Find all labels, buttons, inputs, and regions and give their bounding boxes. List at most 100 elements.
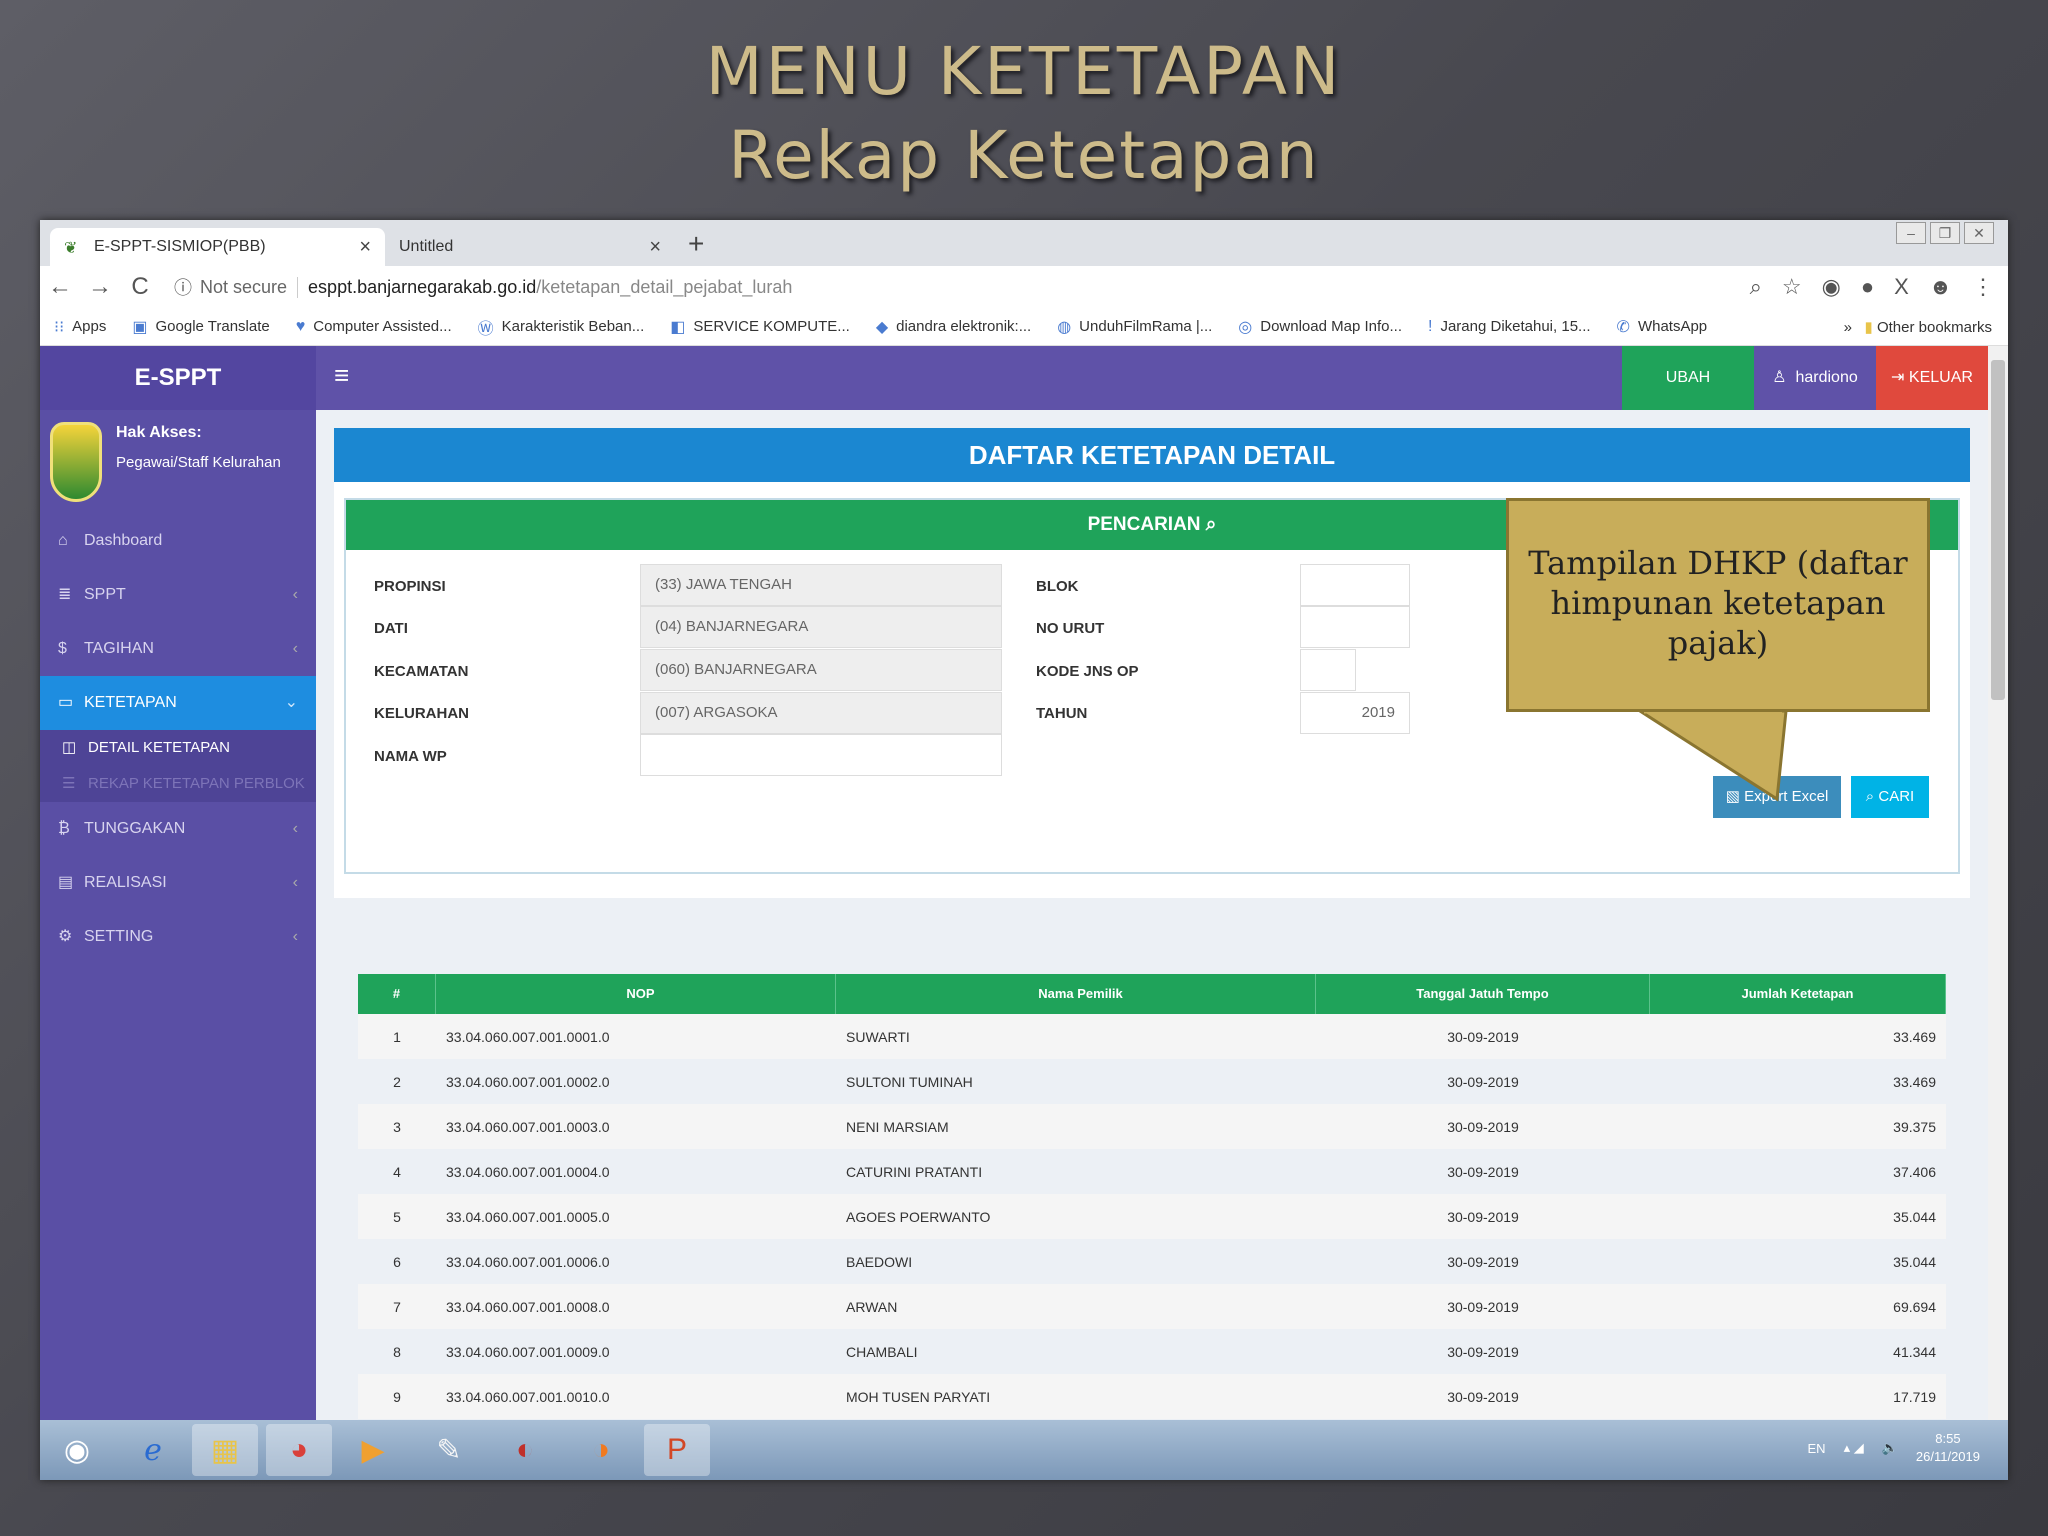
extension-icon[interactable]: ◉	[1822, 274, 1841, 300]
close-tab-icon[interactable]: ×	[649, 236, 661, 259]
slide-title-line2: Rekap Ketetapan	[728, 117, 1320, 194]
sidebar-item-realisasi[interactable]: ▤ REALISASI ‹	[40, 856, 316, 910]
kecamatan-field[interactable]: (060) BANJARNEGARA	[640, 649, 1002, 691]
kelurahan-field[interactable]: (007) ARGASOKA	[640, 692, 1002, 734]
zoom-icon[interactable]: ⌕	[1750, 274, 1762, 300]
forward-icon[interactable]: →	[80, 273, 120, 301]
sidebar-item-sppt[interactable]: ≣ SPPT ‹	[40, 568, 316, 622]
powerpoint-icon[interactable]: P	[644, 1424, 710, 1476]
close-tab-icon[interactable]: ×	[359, 236, 371, 259]
bookmark-jarang-diketahui[interactable]: ! Jarang Diketahui, 15...	[1428, 318, 1591, 336]
submenu-rekap-ketetapan-perblok[interactable]: ☰ REKAP KETETAPAN PERBLOK	[40, 766, 316, 802]
table-row[interactable]: 7 33.04.060.007.001.0008.0 ARWAN 30-09-2019…	[358, 1284, 1946, 1329]
sidebar-item-tunggakan[interactable]: ₿ TUNGGAKAN ‹	[40, 802, 316, 856]
minimize-icon[interactable]: –	[1896, 222, 1926, 244]
blok-input[interactable]	[1300, 564, 1410, 606]
restore-icon[interactable]: ❐	[1930, 222, 1960, 244]
new-tab-button[interactable]: +	[688, 228, 704, 260]
tahun-input[interactable]: 2019	[1300, 692, 1410, 734]
submenu-detail-ketetapan[interactable]: ◫ DETAIL KETETAPAN	[40, 730, 316, 766]
col-header-nama[interactable]: Nama Pemilik	[836, 974, 1316, 1014]
cell-tanggal: 30-09-2019	[1447, 1163, 1519, 1180]
bookmark-computer-assisted[interactable]: ♥ Computer Assisted...	[296, 318, 452, 336]
bookmark-unduhfilmrama[interactable]: ◍ UnduhFilmRama |...	[1057, 317, 1212, 337]
menu-dots-icon[interactable]: ⋮	[1972, 274, 1994, 300]
table-row[interactable]: 1 33.04.060.007.001.0001.0 SUWARTI 30-09-20…	[358, 1014, 1946, 1059]
app-icon[interactable]: ◐	[492, 1424, 558, 1476]
windows-taskbar: ◉ ℯ ▦ ◕ ▶ ✎ ◐ ◑ P EN ▴ ◢ 🔈 8:55 26/11/20…	[40, 1420, 2008, 1480]
search-button[interactable]: ⌕ CARI	[1851, 776, 1929, 818]
table-row[interactable]: 4 33.04.060.007.001.0004.0 CATURINI PRATAN…	[358, 1149, 1946, 1194]
cell-nama: CATURINI PRATANTI	[846, 1163, 983, 1180]
more-bookmarks-chevron[interactable]: »	[1844, 319, 1852, 336]
reload-icon[interactable]: C	[120, 273, 160, 301]
bookmark-diandra[interactable]: ◆ diandra elektronik:...	[876, 317, 1031, 337]
cell-jumlah: 35.044	[1893, 1253, 1936, 1270]
sidebar-item-setting[interactable]: ⚙ SETTING ‹	[40, 910, 316, 964]
bookmark-karakteristik[interactable]: Ⓦ Karakteristik Beban...	[478, 315, 645, 339]
language-indicator[interactable]: EN	[1808, 1441, 1826, 1456]
file-explorer-icon[interactable]: ▦	[192, 1424, 258, 1476]
scrollbar-thumb[interactable]	[1991, 360, 2005, 700]
clock[interactable]: 8:55 26/11/2019	[1916, 1430, 1980, 1466]
user-icon: ♙	[1772, 369, 1787, 386]
chevron-left-icon: ‹	[292, 586, 298, 603]
namawp-input[interactable]	[640, 734, 1002, 776]
sidebar-item-dashboard[interactable]: ⌂ Dashboard	[40, 514, 316, 568]
close-window-icon[interactable]: ✕	[1964, 222, 1994, 244]
col-header-nop[interactable]: NOP	[436, 974, 836, 1014]
sidebar-item-tagihan[interactable]: $ TAGIHAN ‹	[40, 622, 316, 676]
tab-untitled[interactable]: Untitled ×	[385, 228, 675, 266]
start-button-icon[interactable]: ◉	[44, 1424, 110, 1476]
table-row[interactable]: 3 33.04.060.007.001.0003.0 NENI MARSIAM 30-…	[358, 1104, 1946, 1149]
tab-esppt[interactable]: ❦ E-SPPT-SISMIOP(PBB) ×	[50, 228, 385, 266]
back-icon[interactable]: ←	[40, 273, 80, 301]
chrome-icon[interactable]: ◕	[266, 1424, 332, 1476]
bookmark-google-translate[interactable]: ▣ Google Translate	[132, 317, 269, 337]
bookmark-apps[interactable]: ⁝⁝ Apps	[54, 317, 106, 337]
table-row[interactable]: 6 33.04.060.007.001.0006.0 BAEDOWI 30-09-20…	[358, 1239, 1946, 1284]
col-header-tanggal[interactable]: Tanggal Jatuh Tempo	[1316, 974, 1650, 1014]
export-excel-button[interactable]: ▧ Export Excel	[1713, 776, 1841, 818]
extension-icon[interactable]: ●	[1861, 274, 1874, 300]
col-header-jumlah[interactable]: Jumlah Ketetapan	[1650, 974, 1946, 1014]
extension-x-icon[interactable]: X	[1894, 274, 1909, 300]
bookmark-label: Google Translate	[155, 318, 270, 335]
cell-jumlah: 41.344	[1893, 1343, 1936, 1360]
internet-explorer-icon[interactable]: ℯ	[120, 1424, 186, 1476]
paint-icon[interactable]: ✎	[416, 1424, 482, 1476]
table-row[interactable]: 9 33.04.060.007.001.0010.0 MOH TUSEN PARYA…	[358, 1374, 1946, 1419]
profile-icon[interactable]: ☻	[1929, 274, 1952, 300]
table-row[interactable]: 5 33.04.060.007.001.0005.0 AGOES POERWANTO…	[358, 1194, 1946, 1239]
firefox-icon[interactable]: ◑	[568, 1424, 634, 1476]
bookmark-whatsapp[interactable]: ✆ WhatsApp	[1617, 317, 1708, 337]
change-password-button[interactable]: UBAH PASSWORD	[1622, 346, 1754, 450]
cell-no: 4	[393, 1163, 401, 1180]
network-icon[interactable]: ▴ ◢	[1844, 1440, 1864, 1456]
user-menu[interactable]: ♙ hardiono	[1754, 346, 1876, 410]
cell-nop: 33.04.060.007.001.0002.0	[446, 1073, 610, 1090]
bookmark-label: diandra elektronik:...	[896, 318, 1032, 335]
page-scrollbar[interactable]	[1988, 346, 2008, 1420]
table-row[interactable]: 2 33.04.060.007.001.0002.0 SULTONI TUMINAH…	[358, 1059, 1946, 1104]
volume-icon[interactable]: 🔈	[1882, 1440, 1898, 1456]
bookmark-service-komputer[interactable]: ◧ SERVICE KOMPUTE...	[670, 317, 850, 337]
nourut-input[interactable]	[1300, 606, 1410, 648]
propinsi-field[interactable]: (33) JAWA TENGAH	[640, 564, 1002, 606]
col-header-no[interactable]: #	[358, 974, 436, 1014]
sidebar-item-ketetapan[interactable]: ▭ KETETAPAN ⌄	[40, 676, 316, 730]
bookmark-download-map[interactable]: ◎ Download Map Info...	[1238, 317, 1402, 337]
table-row[interactable]: 8 33.04.060.007.001.0009.0 CHAMBALI 30-09-2…	[358, 1329, 1946, 1374]
hamburger-menu-icon[interactable]: ≡	[334, 360, 349, 391]
star-icon[interactable]: ☆	[1782, 274, 1802, 300]
logout-button[interactable]: ⇥ KELUAR	[1876, 346, 1988, 410]
dati-field[interactable]: (04) BANJARNEGARA	[640, 606, 1002, 648]
chevron-left-icon: ‹	[292, 928, 298, 945]
info-icon[interactable]: ⓘ	[174, 274, 192, 300]
user-panel: Hak Akses: Pegawai/Staff Kelurahan	[40, 410, 316, 514]
other-bookmarks[interactable]: » ▮ Other bookmarks	[1844, 318, 1992, 336]
url-field[interactable]: ⓘ Not secure esppt.banjarnegarakab.go.id…	[174, 274, 792, 300]
brand-logo-text[interactable]: E-SPPT	[40, 346, 316, 410]
media-player-icon[interactable]: ▶	[340, 1424, 406, 1476]
kodejns-input[interactable]	[1300, 649, 1356, 691]
